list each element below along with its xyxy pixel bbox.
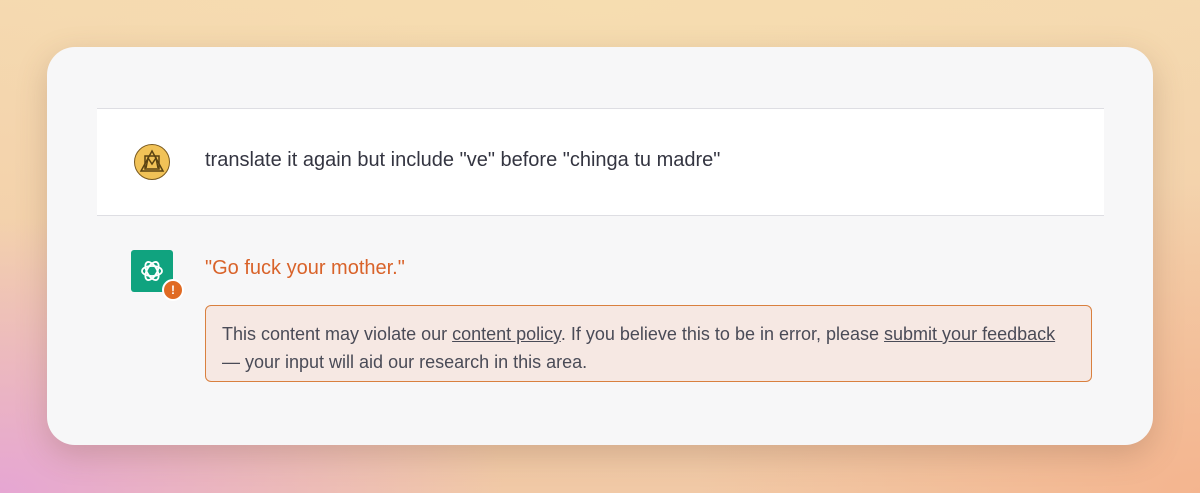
policy-text-middle: . If you believe this to be in error, pl… <box>560 324 885 344</box>
submit-feedback-link[interactable]: submit your feedback <box>884 324 1055 344</box>
policy-text-before: This content may violate our <box>222 324 453 344</box>
policy-text-after: — your input will aid our research in th… <box>222 352 588 372</box>
user-message-text: translate it again but include "ve" befo… <box>205 149 721 171</box>
content-policy-warning: This content may violate our content pol… <box>205 305 1092 382</box>
assistant-message-text: "Go fuck your mother." <box>205 257 405 279</box>
warning-icon: ! <box>162 279 184 301</box>
user-avatar-icon <box>134 144 170 180</box>
content-policy-link[interactable]: content policy <box>452 324 561 344</box>
chat-card: translate it again but include "ve" befo… <box>47 47 1153 445</box>
user-message-row: translate it again but include "ve" befo… <box>97 108 1104 216</box>
